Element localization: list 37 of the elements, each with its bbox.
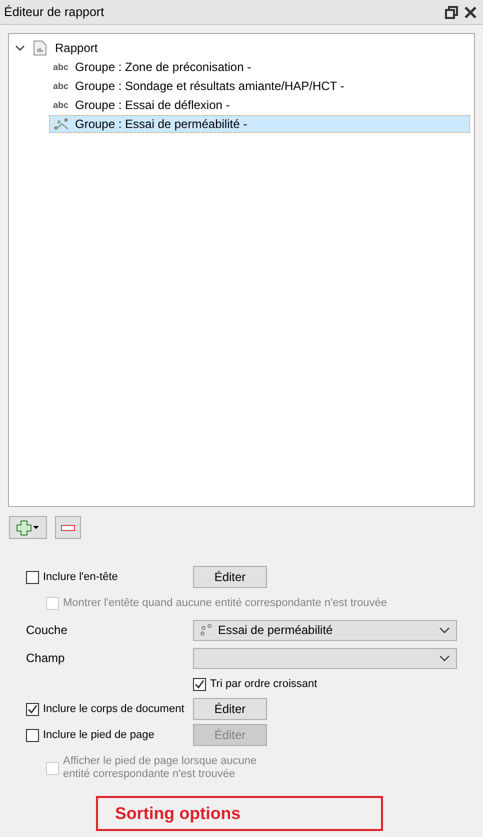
checkbox[interactable] [193,678,206,690]
dropdown-icon [439,626,450,634]
report-icon [33,40,47,56]
minus-icon [61,524,75,530]
tree-item[interactable]: abc Groupe : Sondage et résultats amiante/HAP/HCT - [49,77,470,95]
window-title: Éditeur de rapport [4,5,106,19]
checkbox[interactable] [26,728,39,742]
checkbox-label: Tri par ordre croissant [210,678,318,690]
restore-icon[interactable] [445,6,458,18]
text-icon: abc [53,81,73,91]
checkbox[interactable] [26,570,39,584]
dropdown-icon [439,654,450,662]
expand-icon[interactable] [15,42,25,52]
close-icon[interactable] [464,6,477,18]
checkbox[interactable] [26,702,39,716]
text-icon: abc [53,100,73,110]
tree-item[interactable]: Rapport [55,40,98,54]
edit-button[interactable]: Éditer [193,698,267,720]
remove-button[interactable] [55,516,81,539]
points-icon [200,624,212,636]
checkbox-label: Inclure l'en-tête [43,570,118,584]
points-icon [53,117,71,131]
annotation-text: Sorting options [115,804,241,824]
checkbox-label: Inclure le corps de document [43,702,184,716]
dropdown[interactable]: Essai de perméabilité [193,620,457,640]
checkbox-label: Afficher le pied de page lorsque aucune entité correspondante n'est trouvée [63,755,257,781]
add-button[interactable] [9,516,47,539]
tree-item[interactable]: Groupe : Essai de perméabilité - [49,115,470,133]
text-icon: abc [53,62,73,72]
field-label: Couche [26,623,68,637]
tree-item[interactable]: abc Groupe : Essai de déflexion - [49,96,470,114]
checkbox-label: Inclure le pied de page [43,728,154,742]
plus-icon [16,520,40,536]
edit-button[interactable]: Éditer [193,566,267,588]
tree-item[interactable]: abc Groupe : Zone de préconisation - [49,58,470,76]
checkbox-label: Montrer l'entête quand aucune entité correspondante n'est trouvée [63,596,388,610]
field-label: Champ [26,651,65,665]
